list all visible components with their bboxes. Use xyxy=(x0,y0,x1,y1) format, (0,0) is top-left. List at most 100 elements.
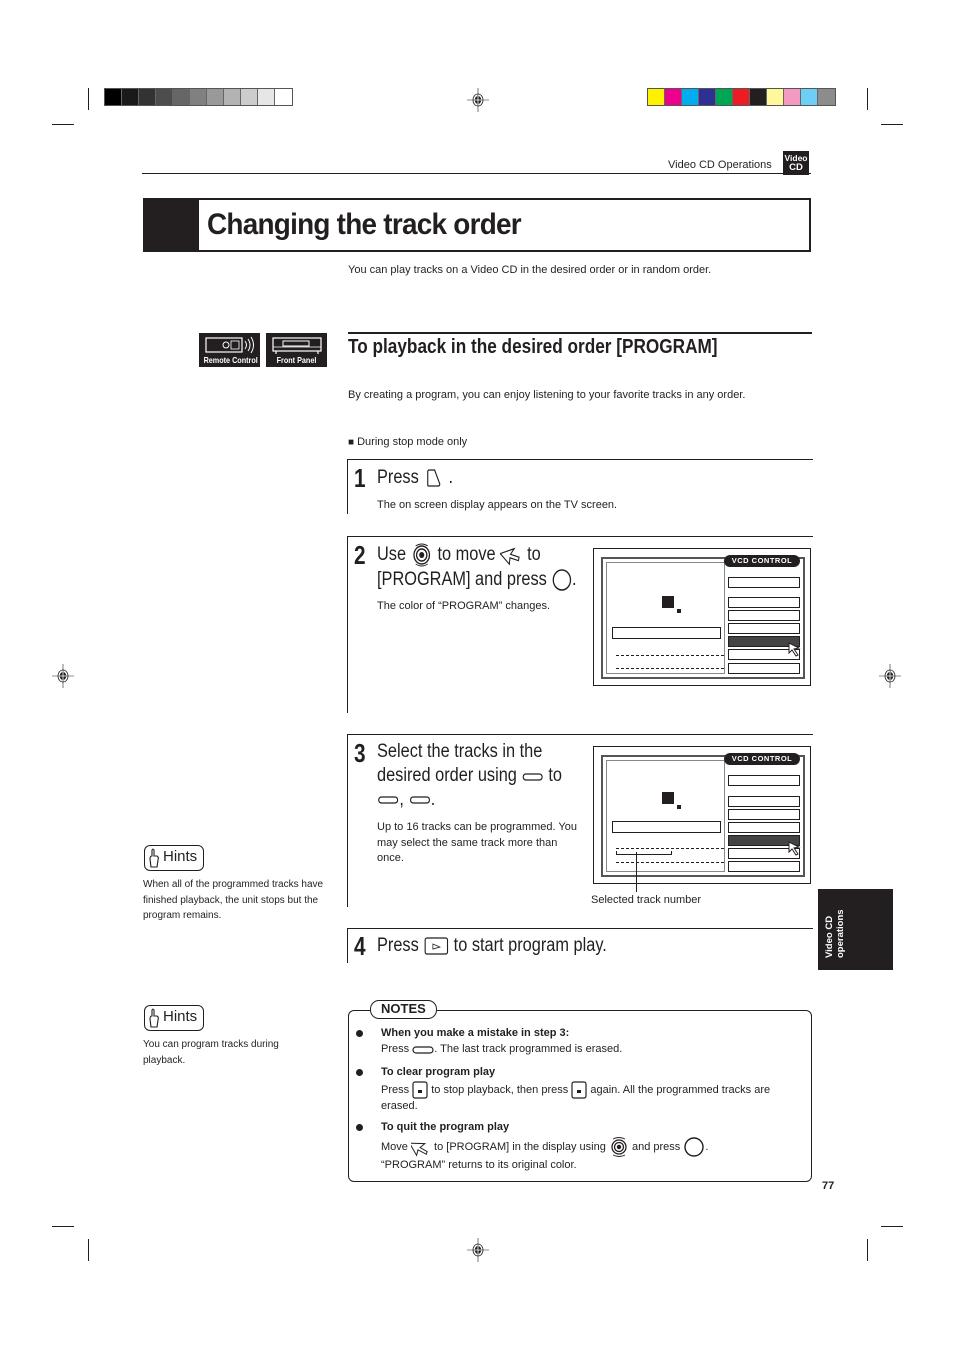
front-panel-icon xyxy=(271,337,322,354)
osd-track-slots-row-1 xyxy=(616,848,724,849)
osd-pointer-icon xyxy=(788,642,801,657)
registration-target-icon xyxy=(467,88,489,112)
chapter-side-tab: Video CD operations xyxy=(818,889,893,970)
color-swatch xyxy=(139,89,156,105)
note-item: When you make a mistake in step 3: Press… xyxy=(381,1026,801,1057)
stop-button-icon xyxy=(571,1080,587,1099)
grayscale-color-bar xyxy=(104,88,293,106)
step-3-number: 3 xyxy=(354,738,366,768)
color-swatch xyxy=(207,89,224,105)
color-swatch xyxy=(190,89,207,105)
color-swatch xyxy=(767,89,784,105)
remote-control-label: Remote Control xyxy=(203,355,258,365)
note-text-b: . The last track programmed is erased. xyxy=(434,1042,623,1055)
color-swatch xyxy=(648,89,665,105)
note-text-e: “PROGRAM” returns to its original color. xyxy=(381,1158,577,1171)
enter-button-icon xyxy=(684,1136,705,1157)
stop-button-icon xyxy=(412,1080,428,1099)
registration-target-icon xyxy=(467,1238,489,1262)
osd-frame: VCD CONTROL xyxy=(601,555,805,679)
osd-screen-track-select: VCD CONTROL xyxy=(593,746,811,884)
step-1-text-b: . xyxy=(448,467,454,488)
osd-menu-button xyxy=(728,809,800,820)
side-tab-label: Video CD operations xyxy=(818,889,893,970)
osd-cursor-block xyxy=(662,596,674,608)
note-bullet xyxy=(356,1030,363,1037)
color-swatch xyxy=(818,89,835,105)
step-3-instruction: Select the tracks in the desired order u… xyxy=(377,740,562,812)
hints-badge: Hints xyxy=(144,1005,204,1031)
hint-text: When all of the programmed tracks have f… xyxy=(143,879,324,921)
section-description: By creating a program, you can enjoy lis… xyxy=(348,389,746,401)
page-title-box: Changing the track order xyxy=(143,198,811,252)
step-4-number: 4 xyxy=(354,931,366,961)
section-rule xyxy=(348,332,812,334)
process-color-bar xyxy=(647,88,836,106)
color-swatch xyxy=(105,89,122,105)
step-4-instruction: Press to start program play. xyxy=(377,934,607,958)
video-cd-badge: Video CD xyxy=(783,151,809,175)
color-swatch xyxy=(241,89,258,105)
color-swatch xyxy=(750,89,767,105)
osd-menu-button xyxy=(728,861,800,872)
note-bullet xyxy=(356,1124,363,1131)
osd-vcd-control-label: VCD CONTROL xyxy=(724,555,800,567)
remote-control-badge: Remote Control xyxy=(199,333,260,367)
step-1-instruction: Press . xyxy=(377,466,453,490)
arrow-pointer-icon xyxy=(500,547,520,566)
osd-menu-button xyxy=(728,577,800,588)
note-text-a: Press xyxy=(381,1083,410,1096)
hints-label: Hints xyxy=(163,1008,198,1025)
color-swatch xyxy=(716,89,733,105)
crop-mark xyxy=(88,1239,89,1261)
arrow-pointer-icon xyxy=(410,1142,428,1157)
header-rule xyxy=(142,173,811,174)
note-bullet xyxy=(356,1069,363,1076)
pointing-hand-icon xyxy=(149,848,159,868)
color-swatch xyxy=(699,89,716,105)
note-text-a: Press xyxy=(381,1042,410,1055)
enter-button-icon xyxy=(552,569,571,591)
osd-track-slots-row-2 xyxy=(616,668,724,669)
remote-control-icon xyxy=(204,336,254,354)
crop-mark xyxy=(881,124,903,125)
note-text-b: to stop playback, then press xyxy=(431,1083,569,1096)
color-swatch xyxy=(682,89,699,105)
osd-pointer-icon xyxy=(788,841,801,856)
step-2-text-d: [PROGRAM] and press xyxy=(377,569,547,591)
note-item: To quit the program play Move to [PROGRA… xyxy=(381,1120,801,1173)
section-title: To playback in the desired order [PROGRA… xyxy=(348,336,718,358)
osd-menu-button xyxy=(728,775,800,786)
osd-track-bar xyxy=(612,627,721,639)
note-title: To quit the program play xyxy=(381,1121,510,1133)
osd-vcd-control-label: VCD CONTROL xyxy=(724,753,800,765)
osd-cursor-dot xyxy=(677,805,681,809)
step-1-note: The on screen display appears on the TV … xyxy=(377,499,618,511)
step-3-text-b: desired order using xyxy=(377,765,517,786)
step-2-text-c: to xyxy=(527,544,541,566)
side-tab-line-1: Video CD xyxy=(824,915,835,958)
note-text-a: Move xyxy=(381,1140,408,1153)
hints-badge: Hints xyxy=(144,845,204,871)
pointing-hand-icon xyxy=(149,1008,159,1028)
crop-mark xyxy=(52,124,74,125)
intro-text: You can play tracks on a Video CD in the… xyxy=(348,264,712,276)
note-title: To clear program play xyxy=(381,1066,496,1078)
note-text-d: . xyxy=(705,1140,709,1153)
step-3-text-e: . xyxy=(430,789,436,810)
osd-menu-button xyxy=(728,796,800,807)
osd-callout-label: Selected track number xyxy=(591,894,702,906)
osd-selected-track-bracket xyxy=(616,851,672,855)
crop-mark xyxy=(881,1226,903,1227)
osd-track-bar xyxy=(612,821,721,833)
note-item: To clear program play Press to stop play… xyxy=(381,1065,801,1114)
osd-cursor-dot xyxy=(677,609,681,613)
front-panel-label: Front Panel xyxy=(276,355,317,365)
on-screen-button-icon xyxy=(427,469,441,487)
condition-text: During stop mode only xyxy=(357,436,468,448)
step-2-text-b: to move xyxy=(437,544,496,566)
step-2-number: 2 xyxy=(354,540,366,570)
page-title: Changing the track order xyxy=(207,208,522,241)
color-swatch xyxy=(258,89,275,105)
play-button-icon xyxy=(424,937,448,955)
